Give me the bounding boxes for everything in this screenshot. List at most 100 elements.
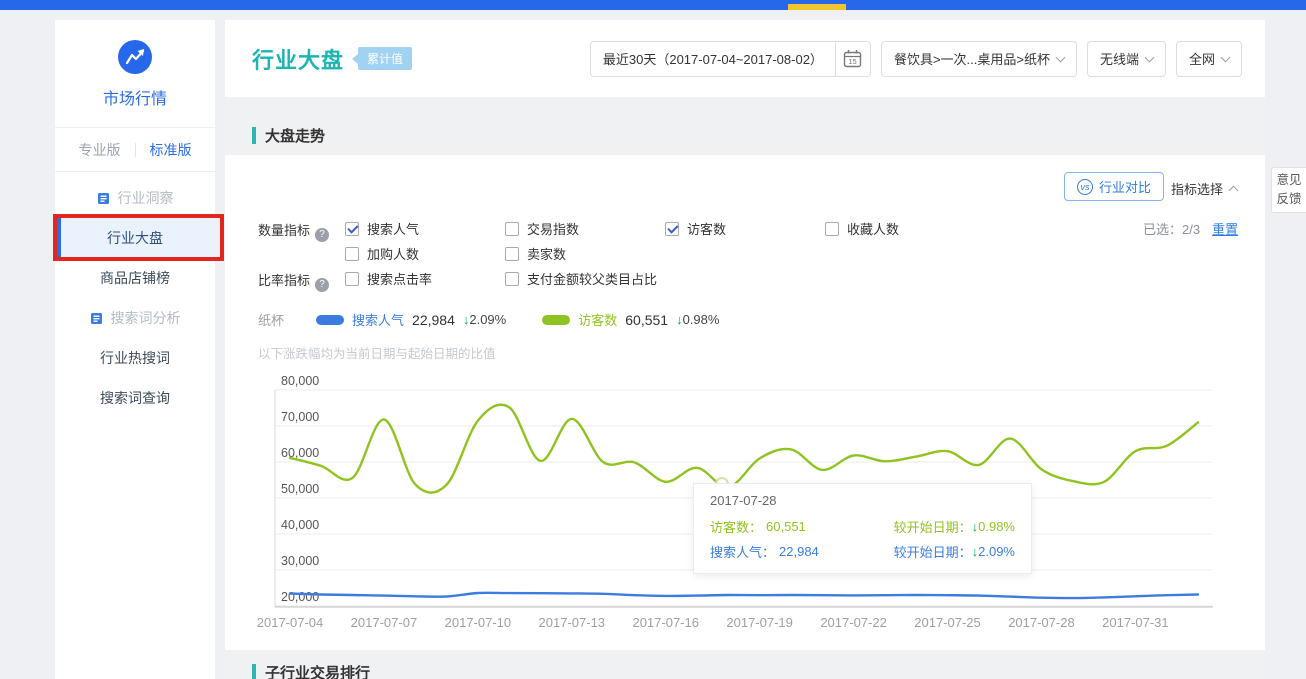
sidebar-item-industry-dapan[interactable]: 行业大盘 — [55, 218, 215, 258]
svg-text:50,000: 50,000 — [281, 482, 319, 496]
tooltip-compare-label: 较开始日期： — [894, 517, 972, 536]
svg-text:2017-07-28: 2017-07-28 — [1008, 615, 1074, 630]
menu-group-search-analysis: 搜索词分析 — [55, 298, 215, 338]
legend-value: 22,984 — [412, 312, 455, 328]
checkbox-icon[interactable] — [345, 272, 359, 286]
ledger-icon — [90, 312, 103, 325]
help-icon[interactable] — [315, 228, 329, 242]
top-nav-bar — [0, 0, 1306, 10]
calendar-icon[interactable]: 15 — [836, 49, 870, 68]
ratio-metrics-label: 比率指标 — [258, 270, 329, 292]
legend-series-visitors[interactable]: 访客数 60,551 ↓0.98% — [542, 310, 719, 329]
terminal-select[interactable]: 无线端 — [1087, 41, 1166, 77]
sidebar-item-word-query[interactable]: 搜索词查询 — [55, 378, 215, 418]
reset-link[interactable]: 重置 — [1212, 219, 1238, 238]
sidebar-item-label: 行业热搜词 — [100, 348, 170, 368]
tooltip-compare-label: 较开始日期： — [894, 542, 972, 561]
tooltip-row-visitors: 访客数： 60,551 较开始日期： ↓ 0.98% — [710, 514, 1015, 539]
checkbox-icon[interactable] — [505, 222, 519, 236]
checkbox-icon[interactable] — [345, 247, 359, 261]
svg-text:2017-07-22: 2017-07-22 — [820, 615, 887, 630]
checkbox-pay-ratio[interactable]: 支付金额较父类目占比 — [505, 269, 657, 288]
sidebar-item-hot-words[interactable]: 行业热搜词 — [55, 338, 215, 378]
menu-group-label: 行业洞察 — [118, 188, 174, 208]
checkbox-label: 搜索点击率 — [367, 269, 432, 288]
checkbox-label: 加购人数 — [367, 244, 419, 263]
tooltip-date: 2017-07-28 — [710, 493, 1015, 508]
cumulative-badge: 累计值 — [358, 47, 412, 70]
tooltip-row-search: 搜索人气： 22,984 较开始日期： ↓ 2.09% — [710, 539, 1015, 564]
main-content: 行业大盘 累计值 最近30天（2017-07-04~2017-08-02） 15 — [225, 20, 1265, 679]
checkbox-icon[interactable] — [505, 272, 519, 286]
quantity-metrics-label: 数量指标 — [258, 220, 329, 242]
date-range-picker[interactable]: 最近30天（2017-07-04~2017-08-02） 15 — [590, 41, 871, 77]
tooltip-label: 搜索人气： — [710, 542, 775, 561]
section-title: 子行业交易排行 — [265, 662, 370, 679]
category-value: 餐饮具>一次...桌用品>纸杯 — [894, 49, 1050, 68]
chevron-up-icon — [1229, 186, 1239, 196]
section-heading-sub-industry: 子行业交易排行 — [252, 662, 370, 679]
page-header: 行业大盘 累计值 最近30天（2017-07-04~2017-08-02） 15 — [225, 20, 1265, 97]
checkbox-checked-icon[interactable] — [345, 222, 359, 236]
checkbox-label: 支付金额较父类目占比 — [527, 269, 657, 288]
tooltip-delta: 2.09% — [978, 544, 1015, 559]
checkbox-search-ctr[interactable]: 搜索点击率 — [345, 269, 432, 288]
chart-note: 以下涨跌幅均为当前日期与起始日期的比值 — [258, 343, 496, 362]
svg-text:40,000: 40,000 — [281, 518, 319, 532]
checkbox-visitors[interactable]: 访客数 — [665, 219, 726, 238]
checkbox-checked-icon[interactable] — [665, 222, 679, 236]
page-title: 行业大盘 — [252, 43, 344, 75]
legend-category: 纸杯 — [258, 310, 284, 329]
svg-text:2017-07-10: 2017-07-10 — [445, 615, 512, 630]
svg-text:60,000: 60,000 — [281, 446, 319, 460]
tooltip-delta: 0.98% — [978, 519, 1015, 534]
compare-button-label: 行业对比 — [1099, 177, 1151, 196]
heading-bar — [252, 664, 256, 679]
checkbox-trade-index[interactable]: 交易指数 — [505, 219, 579, 238]
selected-count: 已选：2/3 — [1143, 219, 1200, 238]
legend-label: 访客数 — [578, 310, 617, 329]
svg-text:2017-07-13: 2017-07-13 — [539, 615, 606, 630]
category-select[interactable]: 餐饮具>一次...桌用品>纸杯 — [881, 41, 1077, 77]
indicator-select-toggle[interactable]: 指标选择 — [1171, 179, 1237, 198]
sidebar-item-label: 行业大盘 — [107, 228, 163, 248]
legend-delta: 0.98% — [683, 312, 720, 327]
scope-value: 全网 — [1189, 49, 1215, 68]
selection-info: 已选：2/3 重置 — [1143, 219, 1238, 238]
checkbox-icon[interactable] — [825, 222, 839, 236]
svg-text:2017-07-16: 2017-07-16 — [632, 615, 699, 630]
svg-text:30,000: 30,000 — [281, 554, 319, 568]
heading-bar — [252, 127, 256, 144]
sidebar-menu: 行业洞察 行业大盘 商品店铺榜 搜索词分析 行业热搜词 搜索词查询 — [55, 172, 215, 418]
checkbox-label: 收藏人数 — [847, 219, 899, 238]
sidebar-item-shop-rank[interactable]: 商品店铺榜 — [55, 258, 215, 298]
sidebar-item-label: 搜索词查询 — [100, 388, 170, 408]
feedback-tab[interactable]: 意见 反馈 — [1271, 167, 1306, 213]
section-title: 大盘走势 — [265, 125, 325, 146]
trend-card: vs 行业对比 指标选择 数量指标 搜索人气 交易指数 访客数 收藏人数 加购人… — [225, 155, 1265, 650]
svg-text:15: 15 — [849, 57, 857, 66]
market-trend-logo-icon — [118, 40, 152, 74]
svg-text:2017-07-07: 2017-07-07 — [351, 615, 418, 630]
tab-standard-version[interactable]: 标准版 — [150, 140, 192, 160]
checkbox-sellers[interactable]: 卖家数 — [505, 244, 566, 263]
help-icon[interactable] — [315, 278, 329, 292]
checkbox-label: 交易指数 — [527, 219, 579, 238]
svg-text:2017-07-25: 2017-07-25 — [914, 615, 981, 630]
filter-bar: 最近30天（2017-07-04~2017-08-02） 15 餐饮具>一次..… — [590, 41, 1242, 77]
tab-pro-version[interactable]: 专业版 — [79, 140, 121, 160]
scope-select[interactable]: 全网 — [1176, 41, 1242, 77]
checkbox-add-cart[interactable]: 加购人数 — [345, 244, 419, 263]
chevron-down-icon — [1145, 52, 1155, 62]
app-logo — [55, 20, 215, 77]
legend-value: 60,551 — [625, 312, 668, 328]
checkbox-favorites[interactable]: 收藏人数 — [825, 219, 899, 238]
legend-pill-blue — [316, 315, 344, 325]
indicator-select-label: 指标选择 — [1171, 182, 1223, 197]
chart-legend: 纸杯 搜索人气 22,984 ↓2.09% 访客数 60,551 ↓0.98% — [258, 310, 745, 329]
legend-series-search[interactable]: 搜索人气 22,984 ↓2.09% — [316, 310, 506, 329]
checkbox-search-popularity[interactable]: 搜索人气 — [345, 219, 419, 238]
section-heading-trend: 大盘走势 — [252, 125, 325, 146]
industry-compare-button[interactable]: vs 行业对比 — [1064, 172, 1164, 201]
checkbox-icon[interactable] — [505, 247, 519, 261]
